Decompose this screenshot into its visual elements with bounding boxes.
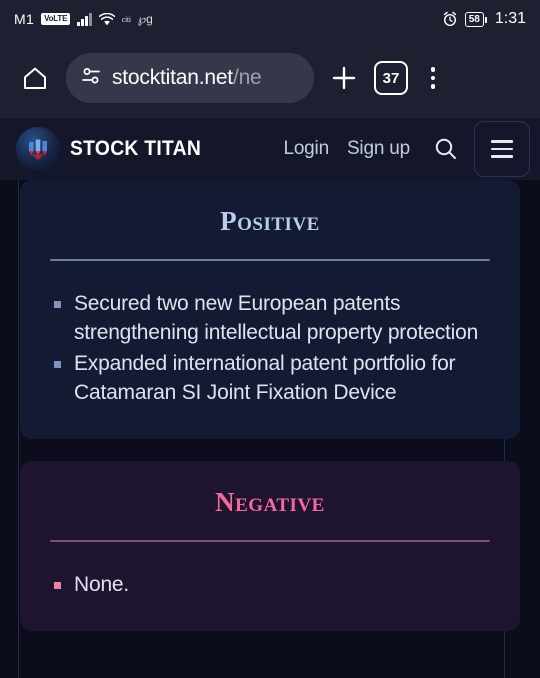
url-domain: stocktitan.net (112, 66, 233, 89)
list-item: Expanded international patent portfolio … (46, 349, 494, 407)
citi-app-icon: citi (121, 14, 131, 24)
list-item: None. (46, 570, 494, 599)
volte-badge: VoLTE (41, 13, 71, 25)
negative-card-title: Negative (215, 487, 325, 517)
hamburger-menu-icon[interactable] (474, 121, 530, 177)
news-analysis-section: Positive Secured two new European patent… (0, 180, 540, 653)
negative-bullet-list: None. (46, 570, 494, 599)
list-item: Secured two new European patents strengt… (46, 289, 494, 347)
url-text[interactable]: stocktitan.net/ne (112, 66, 262, 90)
status-right-group: 58 1:31 (442, 10, 526, 28)
pg-app-icon: ℘g (137, 12, 153, 26)
negative-card: Negative None. (20, 461, 520, 631)
search-icon[interactable] (428, 131, 464, 167)
home-icon[interactable] (14, 57, 56, 99)
tab-count-label: 37 (382, 69, 400, 87)
positive-card-divider (50, 259, 490, 261)
brand-title: STOCK TITAN (70, 137, 202, 160)
android-status-bar: M1 VoLTE citi ℘g 58 1:31 (0, 0, 540, 38)
stock-titan-logo-icon[interactable] (16, 127, 60, 171)
site-header: STOCK TITAN Login Sign up (0, 118, 540, 180)
url-path: /ne (232, 66, 262, 89)
header-nav: Login Sign up (283, 131, 464, 167)
positive-card: Positive Secured two new European patent… (20, 180, 520, 439)
battery-indicator: 58 (464, 11, 488, 27)
browser-toolbar: stocktitan.net/ne 37 (0, 38, 540, 118)
more-vertical-icon[interactable] (418, 58, 448, 98)
signup-link[interactable]: Sign up (347, 138, 410, 160)
wifi-icon (98, 12, 115, 26)
page-info-icon[interactable] (80, 65, 102, 92)
positive-bullet-list: Secured two new European patents strengt… (46, 289, 494, 407)
url-bar[interactable]: stocktitan.net/ne (66, 53, 314, 103)
status-left-group: M1 VoLTE citi ℘g (14, 11, 153, 27)
clock-label: 1:31 (494, 10, 526, 27)
negative-card-divider (50, 540, 490, 542)
signal-bars-icon (77, 12, 92, 26)
page-scroll-area[interactable]: Positive Secured two new European patent… (0, 180, 540, 678)
positive-card-title: Positive (220, 206, 320, 236)
plus-icon[interactable] (324, 58, 364, 98)
alarm-clock-icon (442, 11, 458, 27)
login-link[interactable]: Login (283, 138, 329, 160)
tab-switcher-button[interactable]: 37 (374, 61, 408, 95)
carrier-label: M1 (14, 11, 35, 27)
